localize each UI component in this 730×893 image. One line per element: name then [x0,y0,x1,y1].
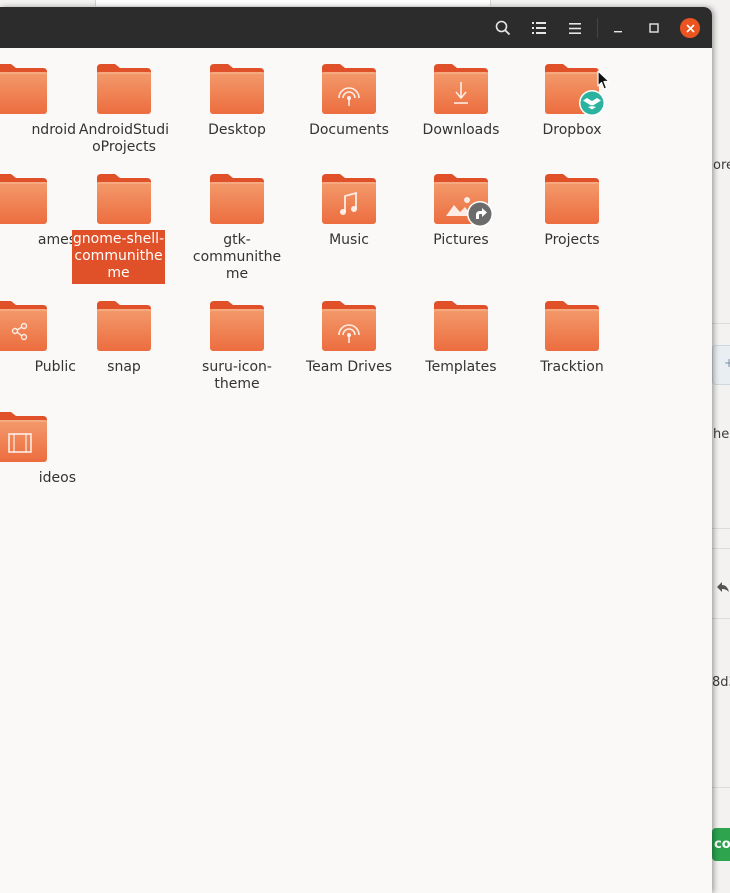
background-divider [712,618,730,619]
folder-icon [208,299,266,351]
menu-button[interactable] [562,15,588,41]
header-separator [597,18,598,38]
file-name-label: ideos [38,470,76,486]
folder-download-icon [432,62,490,114]
background-divider [712,528,730,529]
folder-shared-icon [320,62,378,114]
file-name-label: gnome-shell- communithe me [72,230,165,284]
folder-icon [95,62,153,114]
close-icon [685,23,695,33]
folder-icon [95,172,153,224]
folder-icon [208,62,266,114]
maximize-button[interactable] [641,15,667,41]
file-name-label: Public [34,359,76,375]
maximize-icon [649,23,659,33]
file-name-label: Dropbox [542,122,602,138]
folder-icon [432,299,490,351]
background-text-fragment: 8d3 [712,675,730,690]
folder-shared-icon [320,299,378,351]
header-bar [0,7,712,48]
background-window-edge [95,0,491,6]
hamburger-menu-icon [569,22,581,34]
file-name-label: Desktop [208,122,266,138]
search-button[interactable] [490,15,516,41]
file-name-label: Tracktion [540,359,604,375]
folder-dropbox-icon [543,62,605,116]
search-icon [495,20,511,36]
folder-public-icon [0,299,49,351]
background-divider [712,323,730,324]
background-text-fragment: ore [713,158,730,173]
background-divider [712,787,730,788]
folder-videos-icon [0,410,49,462]
folder-icon [95,299,153,351]
file-name-label: Music [329,232,369,248]
background-chip-glyph: + [724,356,730,370]
minimize-icon [613,23,623,33]
file-name-label: AndroidStudi oProjects [78,122,170,155]
minimize-button[interactable] [605,15,631,41]
view-list-button[interactable] [526,15,552,41]
file-name-label: suru-icon- theme [202,359,272,392]
folder-icon [0,172,49,224]
file-name-label: Documents [309,122,389,138]
folder-music-icon [320,172,378,224]
file-name-label: Team Drives [305,359,393,375]
mouse-pointer-icon [597,70,610,95]
background-divider [712,548,730,549]
file-name-label: ames [37,232,76,248]
file-name-label: Pictures [433,232,489,248]
folder-icon [208,172,266,224]
background-chip[interactable]: + [712,345,730,385]
list-view-icon [532,22,546,34]
file-name-label: snap [107,359,141,375]
folder-icon [0,62,49,114]
background-green-button[interactable]: co [712,828,730,861]
symlink-emblem-icon [466,200,494,232]
folder-icon [543,299,601,351]
file-name-label: ndroid [31,122,76,138]
file-name-label: Projects [544,232,600,248]
close-button[interactable] [680,18,700,38]
file-name-label: Downloads [422,122,500,138]
folder-icon [543,172,601,224]
reply-icon[interactable] [716,578,730,597]
file-name-label: gtk- communithe me [192,232,282,282]
folder-pictures-link-icon [432,172,493,227]
file-name-label: Templates [425,359,497,375]
background-text-fragment: he [713,427,730,442]
